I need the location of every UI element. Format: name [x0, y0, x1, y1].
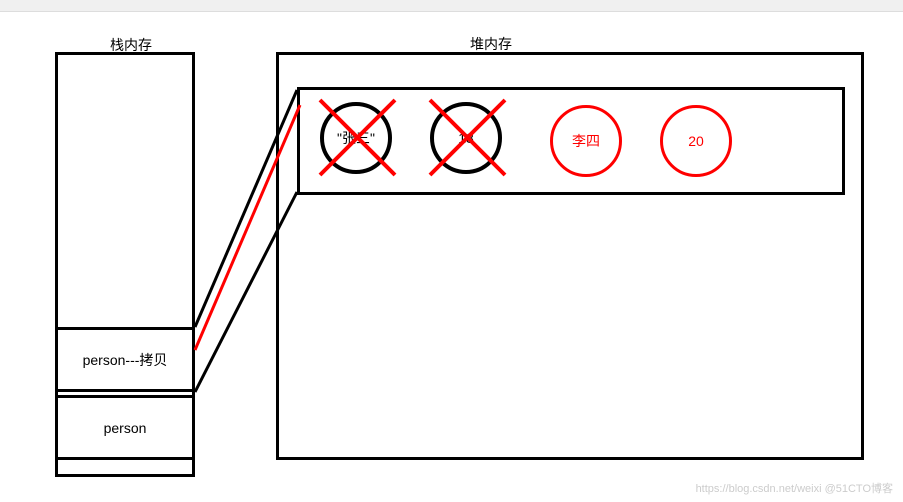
stack-slot-person: person — [55, 395, 195, 460]
stack-slot-label: person---拷贝 — [83, 350, 168, 370]
circle-text: "张三" — [337, 128, 375, 148]
stack-slot-label: person — [104, 420, 147, 436]
circle-text: 李四 — [572, 131, 600, 151]
heap-value-name-old: "张三" — [320, 102, 392, 174]
circle-text: 18 — [458, 130, 474, 146]
heap-value-age-new: 20 — [660, 105, 732, 177]
circle-text: 20 — [688, 133, 704, 149]
heap-value-name-new: 李四 — [550, 105, 622, 177]
editor-top-bar — [0, 0, 903, 12]
heap-value-age-old: 18 — [430, 102, 502, 174]
heap-memory-label: 堆内存 — [470, 34, 512, 54]
watermark-text: https://blog.csdn.net/weixi @51CTO博客 — [696, 480, 893, 496]
stack-slot-person-copy: person---拷贝 — [55, 327, 195, 392]
